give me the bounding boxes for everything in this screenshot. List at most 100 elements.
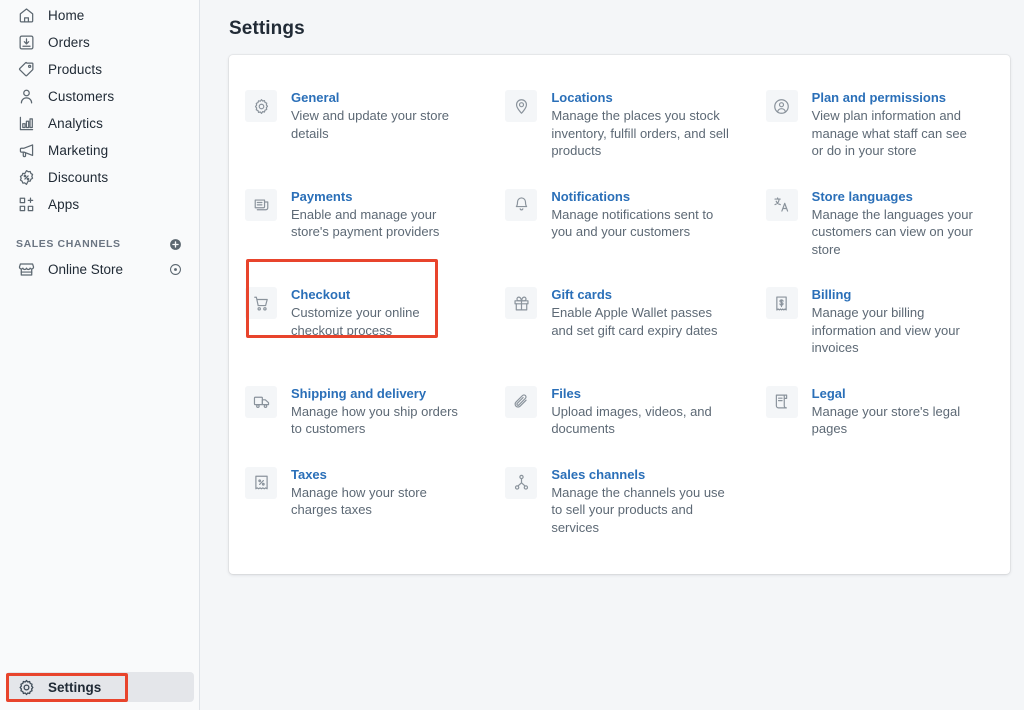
settings-link-plan-and-permissions[interactable]: Plan and permissions View plan informati…: [750, 75, 1010, 174]
sidebar-settings-wrap: Settings: [0, 672, 200, 702]
grid-cell: Taxes Manage how your store charges taxe…: [229, 452, 489, 551]
sidebar-item-customers[interactable]: Customers: [8, 83, 191, 110]
settings-link-desc: View and update your store details: [291, 108, 450, 141]
settings-link-title: Plan and permissions: [811, 90, 947, 105]
sidebar-item-marketing[interactable]: Marketing: [8, 137, 191, 164]
store-front-icon: [16, 259, 36, 279]
legal-scroll-icon: [765, 385, 798, 418]
bell-icon: [505, 188, 538, 221]
settings-link-gift-cards[interactable]: Gift cards Enable Apple Wallet passes an…: [489, 272, 749, 353]
discounts-percent-badge-icon: [16, 168, 36, 188]
settings-link-text: Taxes Manage how your store charges taxe…: [291, 466, 459, 519]
settings-link-title: Files: [551, 385, 581, 401]
settings-link-title: Gift cards: [551, 287, 613, 302]
settings-link-locations[interactable]: Locations Manage the places you stock in…: [489, 75, 749, 174]
sidebar-item-home[interactable]: Home: [8, 2, 191, 29]
grid-cell: Legal Manage your store's legal pages: [750, 371, 1010, 452]
grid-cell: Files Upload images, videos, and documen…: [489, 371, 749, 452]
settings-link-title: Payments: [291, 188, 353, 204]
settings-link-title: Locations: [551, 90, 613, 105]
settings-link-store-languages[interactable]: Store languages Manage the languages you…: [750, 174, 1010, 273]
grid-cell: Payments Enable and manage your store's …: [229, 174, 489, 273]
settings-link-title: Taxes: [291, 466, 327, 482]
settings-link-title: Shipping and delivery: [291, 385, 427, 401]
settings-link-general[interactable]: General View and update your store detai…: [229, 75, 489, 156]
grid-cell: Store languages Manage the languages you…: [750, 174, 1010, 273]
sidebar-item-label: Products: [48, 61, 103, 77]
settings-link-title: Billing: [811, 287, 852, 302]
settings-link-desc: Manage the channels you use to sell your…: [551, 484, 725, 535]
sales-channels-section-header: SALES CHANNELS: [0, 233, 199, 255]
grid-cell-empty: [750, 452, 1010, 551]
sidebar-item-label: Home: [48, 7, 85, 23]
sidebar-item-label: Marketing: [48, 142, 109, 158]
sidebar-item-analytics[interactable]: Analytics: [8, 110, 191, 137]
eye-icon[interactable]: [167, 261, 183, 277]
settings-link-title: General: [291, 90, 340, 105]
sidebar-item-label: Settings: [48, 679, 102, 695]
gift-icon: [505, 287, 538, 319]
tax-percent-icon: [245, 466, 277, 499]
settings-link-desc: View plan information and manage what st…: [811, 108, 967, 158]
settings-link-text: Payments Enable and manage your store's …: [291, 188, 459, 241]
gear-icon: [16, 677, 36, 697]
apps-grid-plus-icon: [16, 195, 36, 215]
settings-link-desc: Upload images, videos, and documents: [551, 403, 712, 437]
sidebar-item-apps[interactable]: Apps: [8, 191, 191, 218]
receipt-dollar-icon: [765, 287, 798, 319]
grid-cell: Notifications Manage notifications sent …: [489, 174, 749, 273]
location-pin-icon: [505, 90, 538, 122]
main-content: Settings General View and update your st…: [200, 0, 1024, 710]
settings-link-payments[interactable]: Payments Enable and manage your store's …: [229, 174, 489, 255]
sidebar-item-label: Apps: [48, 196, 80, 212]
home-icon: [16, 6, 36, 26]
settings-link-sales-channels[interactable]: Sales channels Manage the channels you u…: [489, 452, 749, 551]
sidebar-item-products[interactable]: Products: [8, 56, 191, 83]
settings-link-desc: Manage the languages your customers can …: [811, 206, 973, 257]
settings-link-legal[interactable]: Legal Manage your store's legal pages: [750, 371, 1010, 452]
page-title: Settings: [229, 18, 305, 39]
settings-link-desc: Enable and manage your store's payment p…: [291, 206, 440, 240]
settings-link-text: Store languages Manage the languages you…: [812, 188, 980, 259]
grid-cell: General View and update your store detai…: [229, 75, 489, 174]
plus-circle-icon[interactable]: [167, 236, 183, 252]
translate-icon: [765, 188, 798, 221]
settings-link-notifications[interactable]: Notifications Manage notifications sent …: [489, 174, 749, 255]
payment-card-icon: [245, 188, 277, 221]
settings-link-desc: Manage the places you stock inventory, f…: [551, 108, 729, 158]
orders-inbox-icon: [16, 33, 36, 53]
sidebar-item-label: Analytics: [48, 115, 103, 131]
gear-icon: [245, 90, 277, 122]
sales-channels-node-icon: [505, 466, 538, 499]
sidebar-item-discounts[interactable]: Discounts: [8, 164, 191, 191]
settings-link-desc: Manage how your store charges taxes: [291, 484, 427, 518]
settings-link-shipping-and-delivery[interactable]: Shipping and delivery Manage how you shi…: [229, 371, 489, 452]
settings-link-text: Notifications Manage notifications sent …: [551, 188, 731, 241]
settings-link-billing[interactable]: Billing Manage your billing information …: [750, 272, 1010, 371]
settings-link-files[interactable]: Files Upload images, videos, and documen…: [489, 371, 749, 452]
settings-card: General View and update your store detai…: [229, 55, 1010, 574]
sidebar-item-orders[interactable]: Orders: [8, 29, 191, 56]
settings-grid: General View and update your store detai…: [229, 75, 1010, 550]
delivery-truck-icon: [245, 385, 277, 418]
settings-link-text: General View and update your store detai…: [291, 89, 459, 142]
settings-link-text: Legal Manage your store's legal pages: [812, 385, 980, 438]
settings-link-text: Checkout Customize your online checkout …: [291, 286, 459, 339]
settings-link-checkout[interactable]: Checkout Customize your online checkout …: [229, 272, 489, 353]
analytics-bar-chart-icon: [16, 114, 36, 134]
settings-link-text: Sales channels Manage the channels you u…: [551, 466, 731, 537]
settings-link-taxes[interactable]: Taxes Manage how your store charges taxe…: [229, 452, 489, 533]
sidebar-item-label: Customers: [48, 88, 115, 104]
settings-link-desc: Manage notifications sent to you and you…: [551, 206, 714, 240]
sidebar-item-online-store[interactable]: Online Store: [8, 255, 191, 283]
primary-sidebar: Home Orders Products Customers Analytics…: [0, 0, 200, 710]
grid-cell: Gift cards Enable Apple Wallet passes an…: [489, 272, 749, 371]
grid-cell: Locations Manage the places you stock in…: [489, 75, 749, 174]
settings-link-desc: Manage how you ship orders to customers: [291, 403, 458, 437]
person-circle-icon: [765, 90, 798, 122]
settings-link-text: Locations Manage the places you stock in…: [551, 89, 731, 160]
shopify-admin-window: Home Orders Products Customers Analytics…: [0, 0, 1024, 710]
settings-link-text: Plan and permissions View plan informati…: [812, 89, 980, 160]
sidebar-item-settings[interactable]: Settings: [6, 672, 194, 702]
settings-link-text: Billing Manage your billing information …: [812, 286, 980, 357]
